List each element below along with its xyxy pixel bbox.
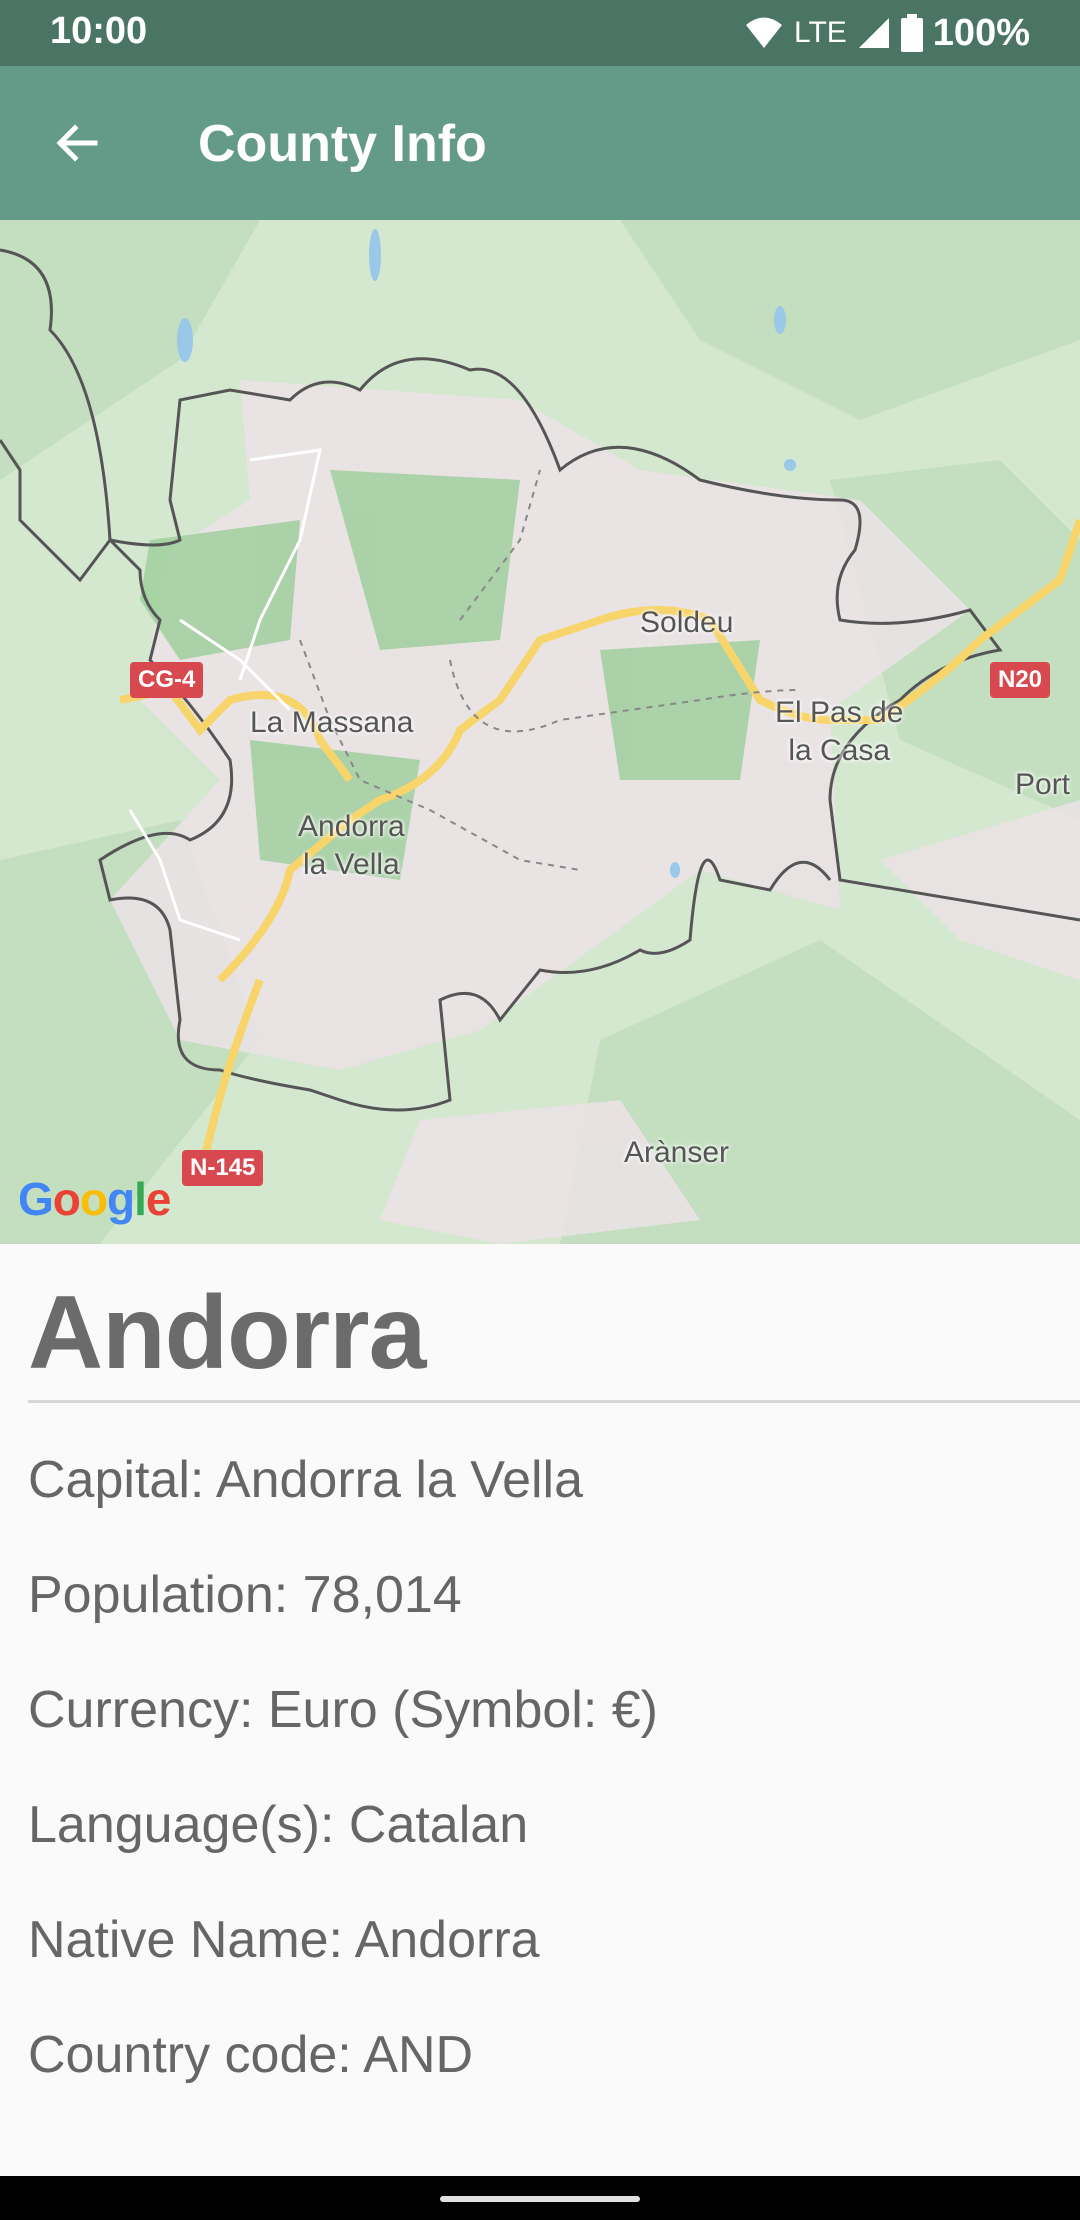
map-label-andorra-line1: Andorra: [298, 810, 405, 843]
map-label-port: Port: [1015, 768, 1071, 801]
country-info: Andorra Capital: Andorra la Vella Popula…: [0, 1244, 1080, 2176]
app-bar: County Info: [0, 66, 1080, 220]
country-name: Andorra: [28, 1275, 426, 1391]
road-shield-n145: N-145: [182, 1150, 264, 1186]
native-name-text: Native Name: Andorra: [28, 1911, 540, 1969]
road-shield-cg4: CG-4: [130, 662, 204, 698]
country-map[interactable]: Soldeu La Massana El Pas de la Casa Ando…: [0, 220, 1080, 1244]
capital-text: Capital: Andorra la Vella: [28, 1451, 584, 1509]
page-title: County Info: [198, 115, 487, 173]
country-code-text: Country code: AND: [28, 2026, 474, 2084]
map-label-el-pas-de-la-casa: El Pas de la Casa: [775, 694, 903, 770]
currency-text: Currency: Euro (Symbol: €): [28, 1681, 658, 1739]
home-gesture-handle[interactable]: [440, 2196, 640, 2202]
wifi-icon: [746, 17, 782, 48]
map-label-la-massana: La Massana: [250, 706, 414, 739]
status-bar: 10:00 LTE 100%: [0, 0, 1080, 66]
map-canvas: [0, 220, 1080, 1244]
status-indicators: LTE 100%: [744, 10, 1030, 56]
arrow-back-icon: [56, 124, 98, 162]
status-time: 10:00: [50, 10, 148, 52]
signal-icon: [858, 18, 889, 48]
map-label-el-pas-line2: la Casa: [788, 734, 891, 767]
map-label-andorra-line2: la Vella: [302, 848, 400, 881]
back-button[interactable]: [36, 103, 116, 183]
divider: [28, 1400, 1080, 1403]
system-nav-bar: [0, 2176, 1080, 2220]
battery-icon: [900, 14, 923, 52]
map-label-andorra-la-vella: Andorra la Vella: [298, 808, 405, 884]
map-label-soldeu: Soldeu: [640, 606, 734, 639]
map-label-aranser: Arànser: [624, 1136, 730, 1169]
population-text: Population: 78,014: [28, 1566, 462, 1624]
map-label-el-pas-line1: El Pas de: [775, 696, 904, 729]
network-type: LTE: [794, 16, 847, 49]
languages-text: Language(s): Catalan: [28, 1796, 529, 1854]
google-logo: Google: [18, 1173, 171, 1225]
battery-level: 100%: [932, 11, 1030, 54]
road-shield-n20: N20: [990, 662, 1051, 698]
